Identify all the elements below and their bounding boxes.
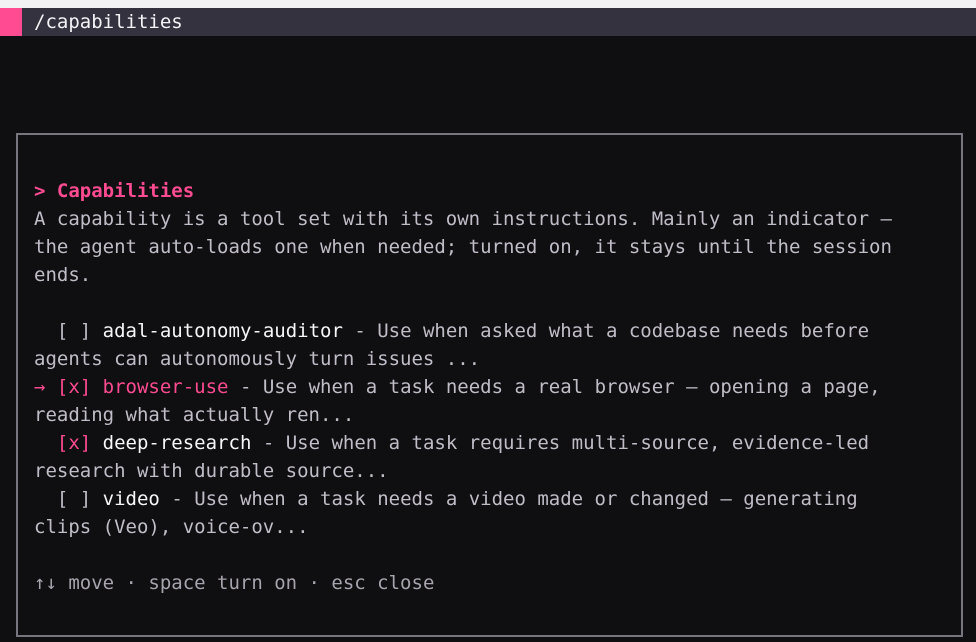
selection-arrow-icon: → bbox=[34, 376, 57, 398]
capability-item-video[interactable]: [ ] video - Use when a task needs a vide… bbox=[34, 485, 858, 513]
panel-heading: > Capabilities bbox=[34, 180, 195, 202]
capability-item-adal-autonomy-auditor[interactable]: [ ] adal-autonomy-auditor - Use when ask… bbox=[34, 317, 869, 345]
capability-item-browser-use[interactable]: → [x] browser-use - Use when a task need… bbox=[34, 373, 881, 401]
help-text: move · space turn on · esc close bbox=[56, 572, 435, 594]
checkbox[interactable]: [ ] bbox=[57, 488, 91, 510]
description-line: A capability is a tool set with its own … bbox=[34, 208, 892, 230]
capability-item-deep-research[interactable]: [x] deep-research - Use when a task requ… bbox=[34, 429, 869, 457]
item-cursor bbox=[34, 320, 57, 342]
description-line: ends. bbox=[34, 264, 92, 286]
checkbox[interactable]: [x] bbox=[57, 432, 91, 454]
capability-description-continued: clips (Veo), voice-ov... bbox=[34, 516, 309, 538]
capability-description: - Use when a task needs a video made or … bbox=[159, 488, 858, 510]
command-path: /capabilities bbox=[34, 11, 183, 33]
capability-description-continued: reading what actually ren... bbox=[34, 404, 355, 426]
capability-description: - Use when a task needs a real browser —… bbox=[228, 376, 881, 398]
capability-name: adal-autonomy-auditor bbox=[102, 320, 343, 342]
capability-name: deep-research bbox=[102, 432, 252, 454]
capability-name: video bbox=[102, 488, 160, 510]
description-line: the agent auto-loads one when needed; tu… bbox=[34, 236, 892, 258]
capability-description-continued: agents can autonomously turn issues ... bbox=[34, 348, 481, 370]
keyboard-help: ↑↓ move · space turn on · esc close bbox=[34, 569, 434, 597]
window-top-strip bbox=[0, 0, 976, 8]
checkbox[interactable]: [ ] bbox=[57, 320, 91, 342]
capability-name: browser-use bbox=[102, 376, 229, 398]
title-bar: /capabilities bbox=[0, 8, 976, 36]
capability-description: - Use when asked what a codebase needs b… bbox=[342, 320, 870, 342]
checkbox[interactable]: [x] bbox=[57, 376, 91, 398]
capability-description: - Use when a task requires multi-source,… bbox=[251, 432, 870, 454]
item-cursor bbox=[34, 432, 57, 454]
up-down-arrows-icon: ↑↓ bbox=[34, 572, 57, 594]
title-accent-marker bbox=[0, 8, 22, 36]
capability-description-continued: research with durable source... bbox=[34, 460, 389, 482]
item-cursor bbox=[34, 488, 57, 510]
